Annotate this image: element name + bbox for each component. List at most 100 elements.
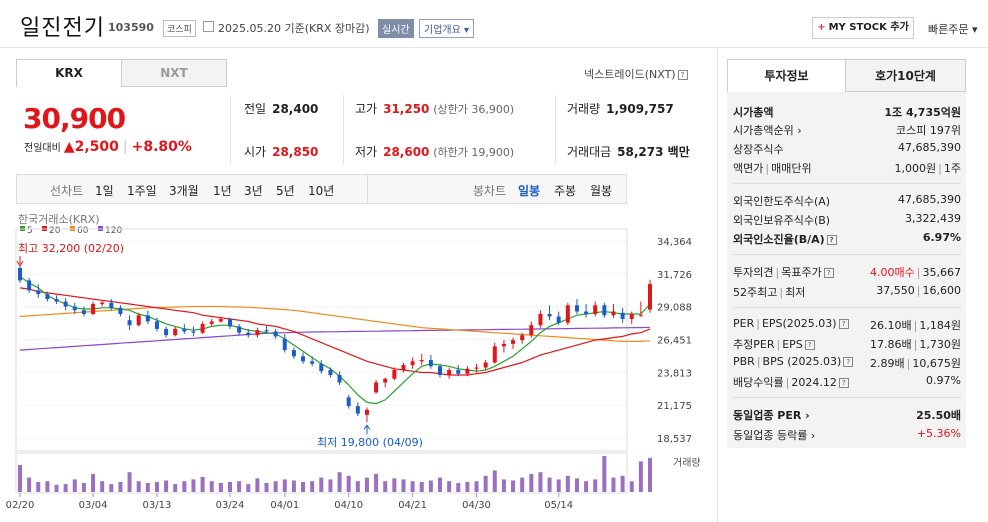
candle-body <box>474 367 479 369</box>
volume-bar <box>593 479 598 492</box>
candle-body <box>374 382 379 393</box>
volume-bar <box>501 479 506 492</box>
weekly-candle-button[interactable]: 주봉 <box>554 182 576 199</box>
stock-code: 103590 <box>108 21 154 34</box>
price-chart[interactable]: 한국거래소(KRX) 5 20 60 120 34,364 31,726 29,088 26… <box>0 205 716 522</box>
volume-bar <box>355 481 360 492</box>
x-tick-label: 05/14 <box>544 500 573 511</box>
nxt-help-link[interactable]: 넥스트레이드(NXT)? <box>584 66 688 82</box>
monthly-candle-button[interactable]: 월봉 <box>590 182 612 199</box>
candle-body <box>438 366 442 375</box>
volume-bar <box>520 477 525 492</box>
volume-bar <box>173 484 178 492</box>
tab-hoga-10[interactable]: 호가10단계 <box>845 59 966 92</box>
candle-body <box>282 338 287 351</box>
y-axis-ticks: 34,364 31,726 29,088 26,451 23,813 21,175 18,5… <box>657 237 692 445</box>
realtime-button[interactable]: 실시간 <box>378 19 414 38</box>
volume-bar <box>27 477 32 492</box>
tab-invest-info[interactable]: 투자정보 <box>727 59 846 92</box>
volume-bar <box>428 480 433 492</box>
help-icon[interactable]: ? <box>838 378 849 388</box>
y-tick-label: 23,813 <box>657 368 692 379</box>
listed-shares-row: 상장주식수 47,685,390 <box>733 141 961 156</box>
volume-bar <box>164 480 169 492</box>
candle-body <box>355 406 360 414</box>
daily-candle-button[interactable]: 일봉 <box>518 182 540 199</box>
period-1d[interactable]: 1일 <box>95 182 114 199</box>
candle-body <box>154 321 159 329</box>
candle-body <box>27 280 32 291</box>
divider <box>733 254 961 255</box>
industry-per-row[interactable]: 동일업종 PER › 25.50배 <box>733 405 961 423</box>
x-tick-label: 04/30 <box>462 500 491 511</box>
candle-body <box>392 370 397 379</box>
day-high: 고가 31,250 (상한가 36,900) <box>355 102 515 116</box>
candle-body <box>337 374 342 383</box>
candle-body <box>538 313 543 326</box>
candle-body <box>620 312 625 319</box>
period-10y[interactable]: 10년 <box>308 182 334 199</box>
tab-nxt[interactable]: NXT <box>121 59 227 87</box>
help-icon[interactable]: ? <box>826 235 837 245</box>
ma120-line <box>19 326 651 351</box>
volume-bar <box>529 474 534 492</box>
volume-bar <box>63 484 68 492</box>
line-chart-button[interactable]: 선차트 <box>50 182 83 199</box>
volume-bar <box>182 481 187 492</box>
help-icon[interactable]: ? <box>677 70 688 80</box>
help-icon[interactable]: ? <box>838 319 849 329</box>
help-icon[interactable]: ? <box>804 340 815 350</box>
divider <box>367 175 368 203</box>
volume: 거래량 1,909,757 <box>567 102 674 116</box>
candle-body <box>72 306 77 311</box>
legend-label: 20 <box>49 226 61 236</box>
candle-body <box>145 315 150 322</box>
chart-gridlines <box>16 240 627 439</box>
candle-body <box>364 409 369 415</box>
candle-body <box>556 316 561 323</box>
market-cap-rank-row[interactable]: 시가총액순위 › 코스피 197위 <box>733 120 961 138</box>
help-icon[interactable]: ? <box>823 268 834 278</box>
candle-body <box>191 331 196 333</box>
volume-bar <box>264 483 269 492</box>
x-tick-label: 03/24 <box>216 500 245 511</box>
tab-krx[interactable]: KRX <box>16 59 122 87</box>
plus-icon: + <box>817 22 826 33</box>
candle-body <box>45 294 50 300</box>
candle-body <box>574 305 579 312</box>
candle-body <box>419 360 424 362</box>
candle-chart-button[interactable]: 봉차트 <box>473 182 506 199</box>
min-price-annotation: 최저 19,800 (04/09) <box>317 436 423 449</box>
volume-bar <box>255 478 260 492</box>
candle-body <box>81 310 86 314</box>
chart-source-label: 한국거래소(KRX) <box>18 213 100 226</box>
volume-bar <box>54 484 59 492</box>
candle-body <box>109 302 114 308</box>
chart-plot-area <box>15 228 628 452</box>
period-1y[interactable]: 1년 <box>213 182 232 199</box>
candle-body <box>264 330 269 332</box>
candle-body <box>648 284 652 310</box>
help-icon[interactable]: ? <box>843 357 854 367</box>
candle-body <box>447 370 452 375</box>
volume-bar <box>620 475 625 492</box>
period-1w[interactable]: 1주일 <box>127 182 157 199</box>
quick-order-button[interactable]: 빠른주문 ▾ <box>928 21 978 37</box>
industry-change-row[interactable]: 동일업종 등락률 › +5.36% <box>733 425 961 443</box>
period-3y[interactable]: 3년 <box>244 182 263 199</box>
period-3m[interactable]: 3개월 <box>169 182 199 199</box>
volume-bar <box>310 481 315 492</box>
volume-bar <box>474 481 479 492</box>
my-stock-add-button[interactable]: + MY STOCK 추가 <box>812 17 914 39</box>
volume-bar <box>401 479 406 492</box>
legend-label: 5 <box>27 226 33 236</box>
period-5y[interactable]: 5년 <box>276 182 295 199</box>
est-per-row: 추정PER | EPS? 17.86배 | 1,730원 <box>733 338 961 351</box>
base-date: 2025.05.20 기준(KRX 장마감) <box>218 22 370 35</box>
candle-body <box>100 302 105 305</box>
company-overview-button[interactable]: 기업개요 ▾ <box>419 19 474 38</box>
x-tick-label: 04/01 <box>270 500 299 511</box>
price-change: 전일대비 ▲2,500 | +8.80% <box>24 139 192 155</box>
x-tick-label: 03/13 <box>143 500 172 511</box>
calendar-icon <box>203 21 214 32</box>
